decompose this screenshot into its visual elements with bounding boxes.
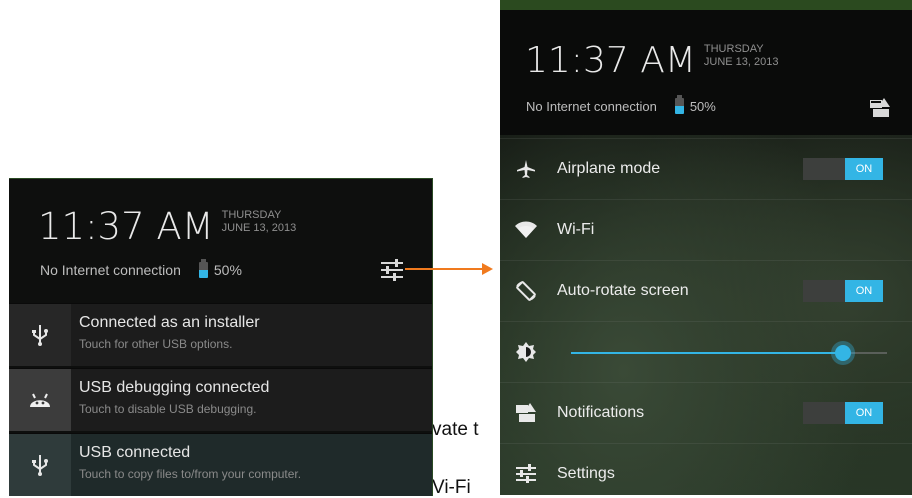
status-row: No Internet connection 50% (40, 259, 242, 278)
toggle-on-state: ON (845, 402, 883, 424)
background-text-fragment: Vi-Fi (432, 477, 471, 498)
airplane-mode-row[interactable]: Airplane mode ON (500, 138, 912, 199)
notification-title: USB debugging connected (79, 379, 270, 396)
airplane-mode-toggle[interactable]: ON (803, 158, 883, 180)
usb-icon (9, 434, 71, 496)
background-text-fragment: vate t (432, 419, 479, 440)
auto-rotate-icon (514, 279, 538, 303)
wifi-row[interactable]: Wi-Fi (500, 199, 912, 260)
toggle-on-state: ON (845, 158, 883, 180)
notification-subtitle: Touch for other USB options. (79, 337, 233, 351)
notification-item[interactable]: USB connected Touch to copy files to/fro… (9, 433, 432, 496)
wifi-label: Wi-Fi (557, 221, 595, 238)
quick-settings-icon[interactable] (380, 259, 404, 285)
status-row: No Internet connection 50% (526, 95, 716, 114)
network-status: No Internet connection (526, 98, 657, 114)
usb-icon (9, 304, 71, 366)
day-label: THURSDAY (221, 209, 282, 221)
battery-level: 50% (213, 262, 242, 278)
battery-level: 50% (689, 98, 716, 114)
clock-time: 11:37 AM (38, 205, 214, 248)
clock-time: 11:37 AM (525, 40, 696, 81)
notifications-icon (514, 401, 538, 425)
date-label: JUNE 13, 2013 (221, 222, 297, 234)
brightness-slider[interactable] (571, 345, 887, 361)
battery-icon (674, 95, 684, 114)
date-block: THURSDAY JUNE 13, 2013 (704, 43, 779, 69)
brightness-slider-fill (571, 352, 843, 354)
notifications-toggle-icon[interactable] (869, 98, 891, 122)
settings-label: Settings (557, 465, 615, 482)
notification-shade-panel: 11:37 AM THURSDAY JUNE 13, 2013 No Inter… (9, 178, 433, 496)
auto-rotate-row[interactable]: Auto-rotate screen ON (500, 260, 912, 321)
airplane-mode-label: Airplane mode (557, 160, 661, 177)
settings-sliders-icon (514, 462, 538, 486)
battery-icon (198, 259, 208, 278)
notifications-label: Notifications (557, 404, 645, 421)
clock-header: 11:37 AM THURSDAY JUNE 13, 2013 (38, 205, 296, 248)
brightness-icon (514, 340, 538, 364)
notification-item[interactable]: USB debugging connected Touch to disable… (9, 368, 432, 431)
clock-header: 11:37 AM THURSDAY JUNE 13, 2013 (525, 40, 779, 81)
notification-item[interactable]: Connected as an installer Touch for othe… (9, 303, 432, 366)
airplane-icon (514, 157, 538, 181)
wifi-icon (514, 218, 538, 242)
notifications-row[interactable]: Notifications ON (500, 382, 912, 443)
notification-title: USB connected (79, 444, 191, 461)
auto-rotate-label: Auto-rotate screen (557, 282, 689, 299)
brightness-slider-thumb[interactable] (835, 345, 851, 361)
date-block: THURSDAY JUNE 13, 2013 (222, 209, 297, 235)
quick-settings-header: 11:37 AM THURSDAY JUNE 13, 2013 No Inter… (500, 10, 912, 135)
notification-subtitle: Touch to copy files to/from your compute… (79, 467, 302, 481)
network-status: No Internet connection (40, 262, 181, 278)
auto-rotate-toggle[interactable]: ON (803, 280, 883, 302)
arrow-connector-head (482, 263, 493, 275)
top-edge (500, 0, 912, 10)
toggle-on-state: ON (845, 280, 883, 302)
quick-settings-panel: 11:37 AM THURSDAY JUNE 13, 2013 No Inter… (500, 0, 912, 495)
date-label: JUNE 13, 2013 (703, 56, 779, 68)
day-label: THURSDAY (703, 43, 764, 55)
arrow-connector-line (405, 268, 485, 270)
notification-title: Connected as an installer (79, 314, 260, 331)
settings-row[interactable]: Settings (500, 443, 912, 495)
notification-subtitle: Touch to disable USB debugging. (79, 402, 257, 416)
notifications-toggle[interactable]: ON (803, 402, 883, 424)
android-icon (9, 369, 71, 431)
